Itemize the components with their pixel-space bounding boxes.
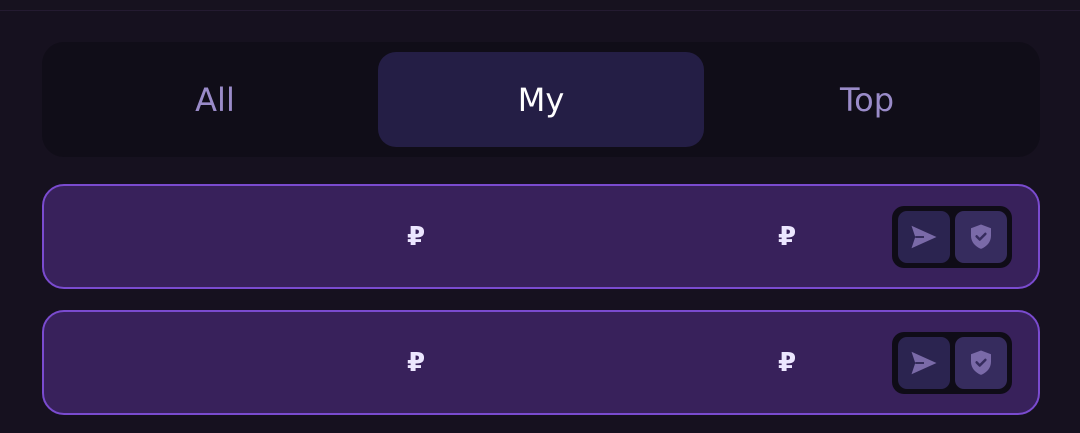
row-actions xyxy=(892,331,1012,394)
tab-top[interactable]: Top xyxy=(704,52,1030,147)
shield-check-icon xyxy=(970,224,991,249)
send-button[interactable] xyxy=(897,210,950,263)
shield-button[interactable] xyxy=(954,210,1007,263)
tab-all[interactable]: All xyxy=(52,52,378,147)
send-icon xyxy=(911,225,936,248)
top-divider xyxy=(0,0,1080,11)
shield-check-icon xyxy=(970,350,991,375)
tab-my[interactable]: My xyxy=(378,52,704,147)
amount-2-currency: ₽ xyxy=(778,347,797,378)
send-icon xyxy=(911,351,936,374)
amount-1-currency: ₽ xyxy=(407,347,426,378)
amount-2-currency: ₽ xyxy=(778,221,797,252)
tab-bar: All My Top xyxy=(42,42,1040,157)
shield-button[interactable] xyxy=(954,336,1007,389)
send-button[interactable] xyxy=(897,336,950,389)
row-actions xyxy=(892,205,1012,268)
list-item[interactable]: ₽ ₽ xyxy=(42,310,1040,415)
amount-1-currency: ₽ xyxy=(407,221,426,252)
list-item[interactable]: ₽ ₽ xyxy=(42,184,1040,289)
